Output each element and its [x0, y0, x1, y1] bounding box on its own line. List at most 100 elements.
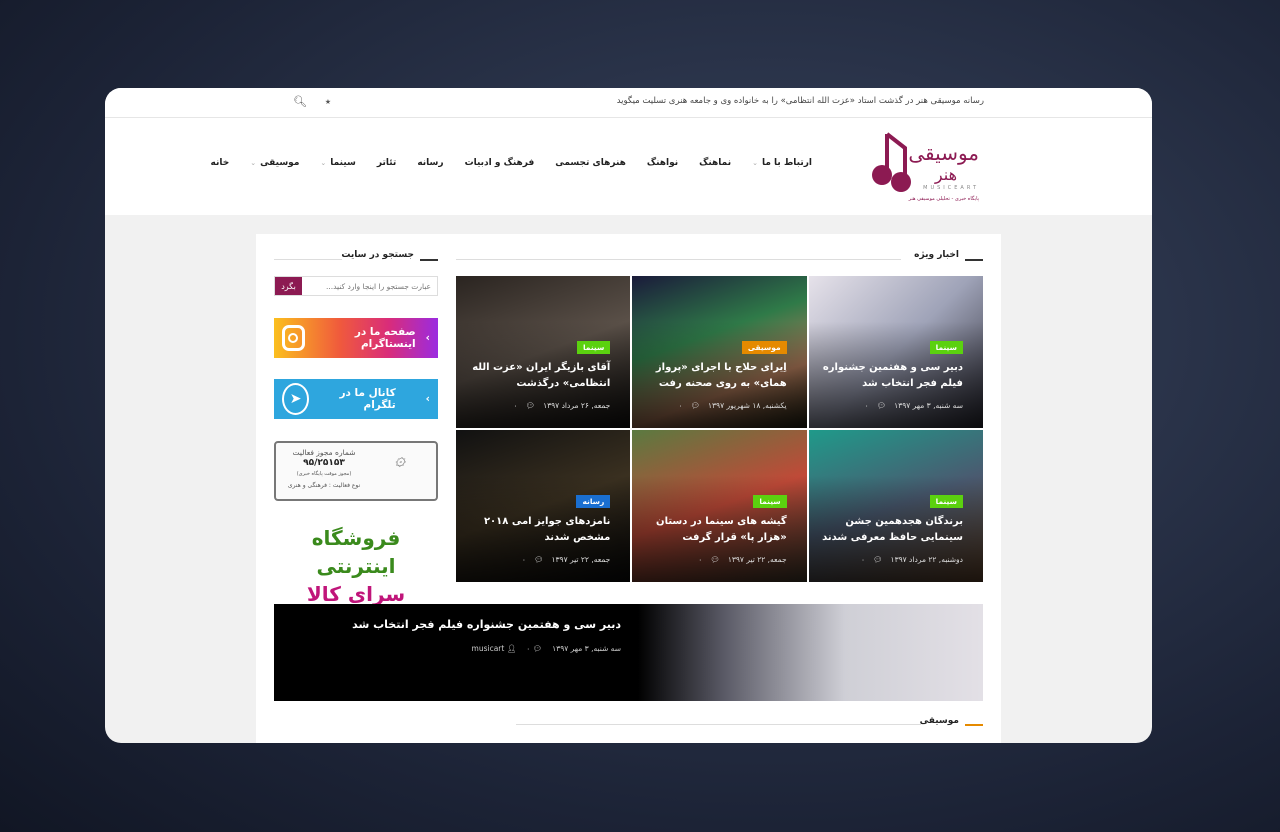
divider — [965, 724, 983, 726]
category-badge[interactable]: سینما — [929, 341, 963, 354]
card-title[interactable]: نامزدهای جوایز امی ۲۰۱۸ مشخص شدند — [466, 514, 610, 546]
comment-icon: 💬︎ — [873, 555, 883, 564]
chevron-down-icon: ⌄ — [752, 159, 758, 167]
share-icon[interactable]: ⭑ — [325, 95, 331, 109]
search-form: بگرد — [274, 276, 438, 296]
license-title: شماره مجوز فعالیت — [292, 448, 356, 457]
author-icon: 👤︎ musicart — [471, 644, 517, 653]
category-badge[interactable]: سینما — [929, 495, 963, 508]
shop-banner[interactable]: فروشگاه اینترنتی سرای کالا — [274, 524, 438, 608]
banner-title: دبیر سی و هفتمین جشنواره فیلم فجر انتخاب… — [352, 618, 621, 631]
chevron-right-icon: › — [425, 393, 430, 405]
nav-media[interactable]: رسانه — [417, 158, 443, 168]
nav-new-songs[interactable]: نواهنگ — [647, 158, 678, 168]
category-badge[interactable]: موسیقی — [741, 341, 787, 354]
comment-count: ۰ — [678, 401, 683, 410]
featured-card[interactable]: سینما آقای بازیگر ایران «عزت الله انتظام… — [456, 276, 631, 428]
nav-cinema[interactable]: سینما⌄ — [320, 158, 356, 168]
category-badge[interactable]: رسانه — [576, 495, 611, 508]
divider — [420, 259, 438, 261]
featured-card[interactable]: رسانه نامزدهای جوایز امی ۲۰۱۸ مشخص شدند … — [456, 430, 631, 582]
nav-contact[interactable]: ارتباط با ما⌄ — [752, 158, 812, 168]
featured-card[interactable]: سینما دبیر سی و هفتمین جشنواره فیلم فجر … — [808, 276, 983, 428]
banner-author[interactable]: musicart — [472, 644, 505, 653]
site-logo[interactable]: موسیقی هنر MUSICEART پایگاه خبری - تحلیل… — [867, 130, 982, 205]
comment-icon: 💬︎ — [876, 401, 887, 410]
card-title[interactable]: آقای بازیگر ایران «عزت الله انتظامی» درگ… — [466, 360, 610, 392]
chevron-down-icon: ⌄ — [320, 159, 327, 167]
card-title[interactable]: دبیر سی و هفتمین جشنواره فیلم فجر انتخاب… — [819, 360, 963, 392]
banner-image — [638, 604, 983, 701]
site-header: موسیقی هنر MUSICEART پایگاه خبری - تحلیل… — [105, 118, 1152, 215]
nav-visual-arts[interactable]: هنرهای تجسمی — [555, 158, 626, 168]
highlight-banner[interactable]: دبیر سی و هفتمین جشنواره فیلم فجر انتخاب… — [274, 604, 983, 701]
svg-text:موسیقی: موسیقی — [908, 141, 979, 165]
ministry-emblem-icon: ۞ — [394, 449, 406, 470]
card-date: جمعه, ۲۲ تیر ۱۳۹۷ — [727, 555, 787, 564]
svg-text:پایگاه خبری - تحلیلی موسیقی هن: پایگاه خبری - تحلیلی موسیقی هنر — [908, 195, 980, 202]
featured-card[interactable]: موسیقی اِیرای حلاج با اجرای «پرواز همای»… — [632, 276, 807, 428]
svg-text:MUSICEART: MUSICEART — [923, 185, 979, 191]
music-section-title: موسیقی — [919, 716, 959, 726]
browser-window: 🔍︎ ⭑ رسانه موسیقی هنر در گذشت استاد «عزت… — [105, 88, 1152, 743]
svg-text:هنر: هنر — [934, 165, 957, 185]
main-nav: خانه موسیقی⌄ سینما⌄ تئاتر رسانه فرهنگ و … — [210, 158, 812, 168]
card-title[interactable]: برندگان هجدهمین جشن سینمایی حافظ معرفی ش… — [819, 514, 963, 546]
chevron-right-icon: › — [425, 332, 430, 344]
card-meta: جمعه, ۲۶ مرداد ۱۳۹۷ 💬︎ ۰ — [514, 401, 611, 410]
nav-label: سینما — [330, 158, 356, 168]
nav-home[interactable]: خانه — [210, 158, 229, 168]
featured-card[interactable]: سینما گیشه های سینما در دستان «هزار پا» … — [632, 430, 807, 582]
comment-icon: 💬︎ ۰ — [526, 644, 543, 653]
category-badge[interactable]: سینما — [576, 341, 611, 354]
comment-icon: 💬︎ — [690, 401, 700, 410]
nav-culture[interactable]: فرهنگ و ادبیات — [465, 158, 535, 168]
category-badge[interactable]: سینما — [753, 495, 787, 508]
card-date: دوشنبه, ۲۲ مرداد ۱۳۹۷ — [890, 555, 963, 564]
main-content: اخبار ویژه سینما دبیر سی و هفتمین جشنوار… — [256, 234, 1001, 743]
chevron-down-icon: ⌄ — [250, 159, 257, 167]
search-button[interactable]: بگرد — [275, 277, 302, 295]
top-bar: 🔍︎ ⭑ رسانه موسیقی هنر در گذشت استاد «عزت… — [105, 88, 1152, 118]
instagram-label: صفحه ما در اینستاگرام — [354, 326, 416, 350]
comment-icon: 💬︎ — [533, 555, 544, 564]
card-meta: جمعه, ۲۲ تیر ۱۳۹۷ 💬︎ ۰ — [522, 555, 610, 564]
comment-count: ۰ — [860, 555, 866, 564]
card-title[interactable]: اِیرای حلاج با اجرای «پرواز همای» به روی… — [642, 360, 787, 392]
comment-count: ۰ — [521, 555, 526, 564]
instagram-icon — [282, 325, 305, 351]
telegram-label: کانال ما در تلگرام — [339, 387, 396, 411]
comment-count: ۰ — [698, 555, 703, 564]
featured-title: اخبار ویژه — [914, 250, 959, 260]
banner-date: سه شنبه, ۳ مهر ۱۳۹۷ — [552, 644, 621, 653]
card-date: سه شنبه, ۳ مهر ۱۳۹۷ — [894, 401, 963, 410]
comment-icon: 💬︎ — [710, 555, 720, 564]
instagram-button[interactable]: صفحه ما در اینستاگرام › — [274, 318, 438, 358]
nav-music[interactable]: موسیقی⌄ — [250, 158, 299, 168]
search-input[interactable] — [302, 277, 437, 295]
nav-music-videos[interactable]: نماهنگ — [699, 158, 731, 168]
card-date: یکشنبه, ۱۸ شهریور ۱۳۹۷ — [707, 401, 787, 410]
card-date: جمعه, ۲۶ مرداد ۱۳۹۷ — [543, 401, 611, 410]
telegram-button[interactable]: ➤ کانال ما در تلگرام › — [274, 379, 438, 419]
featured-card[interactable]: سینما برندگان هجدهمین جشن سینمایی حافظ م… — [808, 430, 983, 582]
divider — [274, 259, 342, 260]
divider — [965, 259, 983, 261]
license-number: ۹۵/۲۵۱۵۳ — [303, 458, 345, 468]
news-ticker[interactable]: رسانه موسیقی هنر در گذشت استاد «عزت الله… — [617, 96, 984, 106]
card-title[interactable]: گیشه های سینما در دستان «هزار پا» قرار گ… — [642, 514, 787, 546]
search-icon[interactable]: 🔍︎ — [293, 95, 307, 108]
banner-meta: سه شنبه, ۳ مهر ۱۳۹۷ 💬︎ ۰ 👤︎ musicart — [472, 644, 621, 653]
featured-grid: سینما دبیر سی و هفتمین جشنواره فیلم فجر … — [456, 276, 983, 582]
nav-theater[interactable]: تئاتر — [377, 158, 396, 168]
comment-count: ۰ — [864, 401, 869, 410]
comment-icon: 💬︎ — [525, 401, 536, 410]
comment-count: ۰ — [513, 401, 518, 410]
telegram-icon: ➤ — [282, 383, 310, 415]
card-meta: دوشنبه, ۲۲ مرداد ۱۳۹۷ 💬︎ ۰ — [861, 555, 963, 564]
license-badge[interactable]: شماره مجوز فعالیت ۹۵/۲۵۱۵۳ (مجوز موقت پا… — [274, 441, 438, 501]
divider — [516, 724, 921, 725]
nav-label: موسیقی — [260, 158, 300, 168]
card-date: جمعه, ۲۲ تیر ۱۳۹۷ — [551, 555, 611, 564]
license-type: نوع فعالیت : فرهنگی و هنری — [287, 482, 361, 489]
